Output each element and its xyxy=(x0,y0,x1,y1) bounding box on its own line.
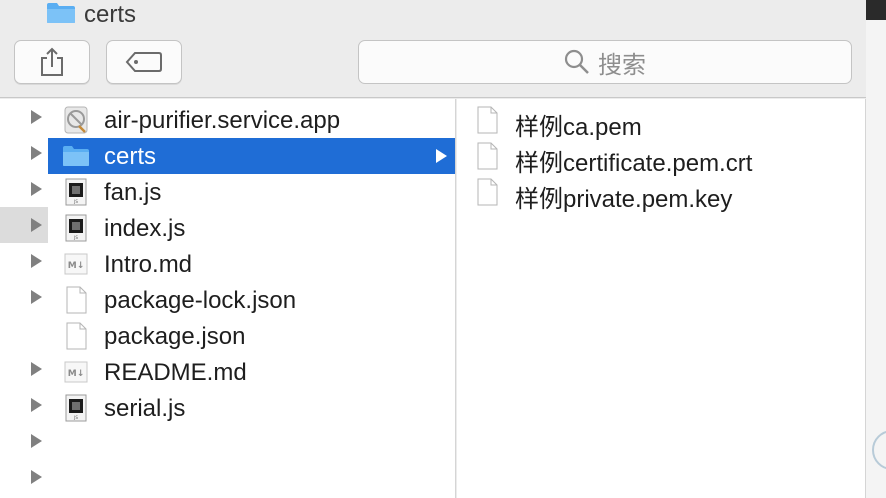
file-row[interactable]: 样例ca.pem xyxy=(457,102,865,141)
file-name: certs xyxy=(104,143,157,170)
tag-icon xyxy=(125,52,162,72)
folder-icon xyxy=(63,146,89,166)
search-icon xyxy=(564,49,589,74)
svg-text:M↓: M↓ xyxy=(68,261,85,271)
disclosure-triangle-icon xyxy=(31,110,42,124)
row-arrow-highlighted[interactable] xyxy=(0,207,48,243)
svg-text:JS: JS xyxy=(73,415,78,420)
toolbar: 搜索 xyxy=(0,32,866,98)
file-row[interactable]: 样例private.pem.key xyxy=(457,174,865,213)
search-placeholder: 搜索 xyxy=(598,51,646,79)
svg-text:M↓: M↓ xyxy=(68,369,85,379)
file-name: package.json xyxy=(104,323,246,350)
file-name: 样例private.pem.key xyxy=(515,186,733,213)
row-arrow[interactable] xyxy=(0,279,48,315)
file-row-selected[interactable]: certs xyxy=(48,138,455,174)
row-arrow[interactable] xyxy=(0,423,48,459)
file-row[interactable]: package.json xyxy=(48,318,455,354)
row-arrow[interactable] xyxy=(0,135,48,171)
file-name: Intro.md xyxy=(104,251,193,278)
disclosure-triangle-icon xyxy=(31,290,42,304)
js-file-icon: JS xyxy=(65,178,87,206)
file-row[interactable]: JS fan.js xyxy=(48,174,455,210)
disclosure-triangle-icon xyxy=(31,434,42,448)
file-name: index.js xyxy=(104,215,186,242)
file-row[interactable]: package-lock.json xyxy=(48,282,455,318)
disclosure-triangle-icon xyxy=(31,182,42,196)
document-icon xyxy=(477,142,498,170)
row-arrow[interactable] xyxy=(0,351,48,387)
disclosure-triangle-icon xyxy=(31,398,42,412)
share-icon xyxy=(41,47,63,76)
file-name: 样例certificate.pem.crt xyxy=(515,150,753,177)
svg-text:JS: JS xyxy=(73,199,78,204)
share-button[interactable] xyxy=(14,40,90,84)
disclosure-triangle-icon xyxy=(436,149,447,163)
search-field[interactable]: 搜索 xyxy=(358,40,852,84)
row-arrow[interactable] xyxy=(0,243,48,279)
tag-button[interactable] xyxy=(106,40,182,84)
markdown-file-icon: M↓ xyxy=(64,361,88,383)
js-file-icon: JS xyxy=(65,394,87,422)
file-name: fan.js xyxy=(104,179,162,206)
disclosure-triangle-icon xyxy=(31,470,42,484)
file-name: air-purifier.service.app xyxy=(104,107,341,134)
disclosure-triangle-icon xyxy=(31,254,42,268)
file-name: serial.js xyxy=(104,395,186,422)
file-row[interactable]: air-purifier.service.app xyxy=(48,102,455,138)
file-column-2[interactable]: 样例ca.pem 样例certificate.pem.crt 样例private… xyxy=(457,99,866,498)
document-icon xyxy=(477,106,498,134)
document-icon xyxy=(66,322,87,350)
file-row[interactable]: JS index.js xyxy=(48,210,455,246)
document-icon xyxy=(66,286,87,314)
file-row[interactable]: M↓ README.md xyxy=(48,354,455,390)
js-file-icon: JS xyxy=(65,214,87,242)
svg-text:JS: JS xyxy=(73,235,78,240)
file-name: 样例ca.pem xyxy=(515,114,642,141)
row-arrow[interactable] xyxy=(0,171,48,207)
file-row[interactable]: M↓ Intro.md xyxy=(48,246,455,282)
markdown-file-icon: M↓ xyxy=(64,253,88,275)
disclosure-triangle-icon xyxy=(31,362,42,376)
document-icon xyxy=(477,178,498,206)
file-row[interactable]: JS serial.js xyxy=(48,390,455,426)
file-row[interactable]: 样例certificate.pem.crt xyxy=(457,138,865,177)
file-column-1[interactable]: air-purifier.service.app certs JS fan.js… xyxy=(48,99,456,498)
window-title-bar: certs xyxy=(0,0,866,32)
overlay-circle xyxy=(872,430,886,470)
window-title: certs xyxy=(84,1,137,28)
file-name: package-lock.json xyxy=(104,287,297,314)
row-arrow[interactable] xyxy=(0,99,48,135)
app-icon xyxy=(64,106,88,134)
folder-icon xyxy=(47,3,75,23)
row-arrow[interactable] xyxy=(0,459,48,495)
window-edge xyxy=(866,0,886,498)
row-arrow[interactable] xyxy=(0,387,48,423)
disclosure-triangle-icon xyxy=(31,218,42,232)
disclosure-triangle-icon xyxy=(31,146,42,160)
parent-column-edge xyxy=(0,99,48,498)
file-name: README.md xyxy=(104,359,247,386)
